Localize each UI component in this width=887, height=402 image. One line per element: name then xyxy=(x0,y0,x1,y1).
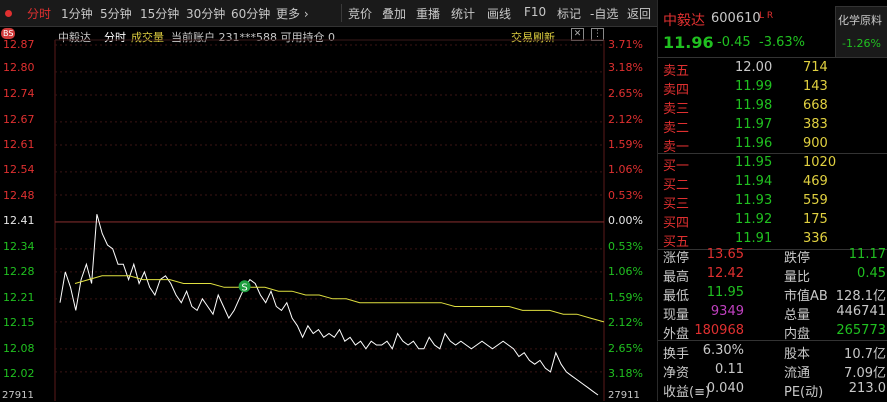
sector-box[interactable]: 化学原料 -1.26% xyxy=(835,6,887,58)
stat-label: 市值AB xyxy=(784,289,828,304)
stock-code: 600610 xyxy=(711,11,761,26)
ask-volume: 143 xyxy=(803,79,828,94)
price-change: -0.45 xyxy=(717,35,751,50)
stat-label: 量比 xyxy=(784,270,811,285)
bid-price[interactable]: 11.92 xyxy=(735,212,772,227)
ask-volume: 668 xyxy=(803,98,828,113)
ask-label: 卖四 xyxy=(663,83,690,98)
stat-value: 9349 xyxy=(710,304,744,319)
stat-value: 11.95 xyxy=(706,285,744,300)
stat-label: 总量 xyxy=(784,308,811,323)
bid-price[interactable]: 11.94 xyxy=(735,174,772,189)
bid-label: 买四 xyxy=(663,216,690,231)
bid-price[interactable]: 11.93 xyxy=(735,193,772,208)
stat-value: 12.42 xyxy=(706,266,744,281)
stat-value: 11.17 xyxy=(848,247,886,262)
ask-price[interactable]: 11.96 xyxy=(735,136,772,151)
stat-label: 现量 xyxy=(663,308,690,323)
bid-label: 买三 xyxy=(663,197,690,212)
current-price: 11.96 xyxy=(663,33,714,52)
quote-panel: 中毅达 600610 L R 11.96 -0.45 -3.63% 化学原料 -… xyxy=(657,0,887,401)
divider xyxy=(658,57,887,58)
stat-label: 换手 xyxy=(663,347,690,362)
bid-label: 买二 xyxy=(663,178,690,193)
stat-label: 最低 xyxy=(663,289,690,304)
stat-label: 流通 xyxy=(784,366,811,381)
intraday-price-chart[interactable]: S xyxy=(0,0,657,401)
stat-value: 10.7亿 xyxy=(844,347,886,362)
sector-change: -1.26% xyxy=(842,37,881,50)
stat-value: 0.040 xyxy=(706,381,744,396)
stat-value: 265773 xyxy=(836,323,886,338)
bid-volume: 175 xyxy=(803,212,828,227)
ask-price[interactable]: 11.99 xyxy=(735,79,772,94)
stat-value: 213.0 xyxy=(848,381,886,396)
ask-price[interactable]: 11.97 xyxy=(735,117,772,132)
stat-label: 收益(≡) xyxy=(663,385,711,400)
stat-label: 股本 xyxy=(784,347,811,362)
stat-value: 13.65 xyxy=(706,247,744,262)
bid-price[interactable]: 11.95 xyxy=(735,155,772,170)
divider xyxy=(658,153,887,154)
bid-volume: 1020 xyxy=(803,155,837,170)
average-price-line[interactable] xyxy=(74,275,605,323)
stock-name: 中毅达 xyxy=(663,13,705,29)
bid-volume: 559 xyxy=(803,193,828,208)
stat-value: 6.30% xyxy=(702,343,744,358)
stat-value: 446741 xyxy=(836,304,886,319)
ask-price[interactable]: 11.98 xyxy=(735,98,772,113)
bid-price[interactable]: 11.91 xyxy=(735,231,772,246)
bid-label: 买一 xyxy=(663,159,690,174)
stat-value: 0.11 xyxy=(715,362,744,377)
sector-name: 化学原料 xyxy=(838,14,882,27)
stat-value: 0.45 xyxy=(857,266,886,281)
ask-label: 卖二 xyxy=(663,121,690,136)
ask-volume: 900 xyxy=(803,136,828,151)
price-line[interactable] xyxy=(59,214,599,396)
ask-label: 卖五 xyxy=(663,64,690,79)
ask-price[interactable]: 12.00 xyxy=(735,60,772,75)
ask-volume: 714 xyxy=(803,60,828,75)
stat-label: 净资 xyxy=(663,366,690,381)
stat-label: 涨停 xyxy=(663,251,690,266)
stock-tags: L R xyxy=(759,11,774,21)
stat-label: PE(动) xyxy=(784,385,824,400)
stat-label: 最高 xyxy=(663,270,690,285)
ask-label: 卖三 xyxy=(663,102,690,117)
divider xyxy=(658,340,887,341)
bid-volume: 336 xyxy=(803,231,828,246)
price-change-pct: -3.63% xyxy=(759,35,805,50)
stat-value: 128.1亿 xyxy=(835,289,886,304)
stat-value: 7.09亿 xyxy=(844,366,886,381)
ask-volume: 383 xyxy=(803,117,828,132)
stat-value: 180968 xyxy=(694,323,744,338)
stat-label: 跌停 xyxy=(784,251,811,266)
sell-marker-label: S xyxy=(241,282,247,293)
bid-volume: 469 xyxy=(803,174,828,189)
